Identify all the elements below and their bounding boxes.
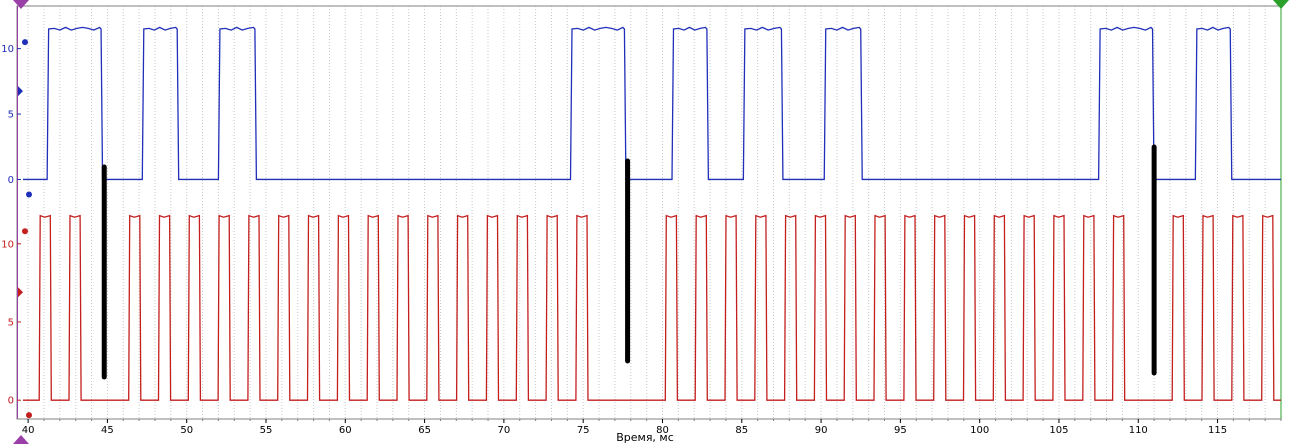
blue-axis-tick-label: 10 (1, 44, 14, 55)
x-axis-label: Время, мс (616, 431, 674, 444)
blue-axis-zero-marker[interactable] (26, 191, 32, 198)
red-axis-tick-label: 0 (8, 396, 14, 407)
blue-axis-tick-label: 0 (8, 175, 14, 186)
red-axis-level-marker[interactable] (22, 228, 28, 235)
x-tick-label: 65 (418, 425, 431, 436)
red-axis-tick-label: 5 (8, 317, 14, 328)
x-tick-label: 40 (22, 425, 35, 436)
blue-axis-level-marker[interactable] (22, 39, 28, 46)
x-tick-label: 85 (735, 425, 748, 436)
red-axis-tick-label: 10 (1, 239, 14, 250)
x-tick-label: 115 (1208, 425, 1227, 436)
oscilloscope-chart: 0510 0510 40 45 50 55 60 65 70 75 80 85 90 95 100 105… (0, 0, 1290, 444)
red-axis-zero-marker[interactable] (26, 412, 32, 419)
x-tick-label: 75 (577, 425, 590, 436)
blue-axis-tick-label: 5 (8, 110, 14, 121)
x-tick-label: 95 (894, 425, 907, 436)
x-tick-label: 55 (260, 425, 273, 436)
x-tick-label: 105 (1049, 425, 1068, 436)
chart-background (0, 0, 1290, 444)
x-tick-label: 45 (101, 425, 114, 436)
x-tick-label: 100 (970, 425, 989, 436)
x-tick-label: 90 (815, 425, 828, 436)
x-tick-label: 60 (339, 425, 352, 436)
x-tick-label: 50 (180, 425, 193, 436)
x-tick-label: 110 (1129, 425, 1148, 436)
x-tick-label: 70 (498, 425, 511, 436)
